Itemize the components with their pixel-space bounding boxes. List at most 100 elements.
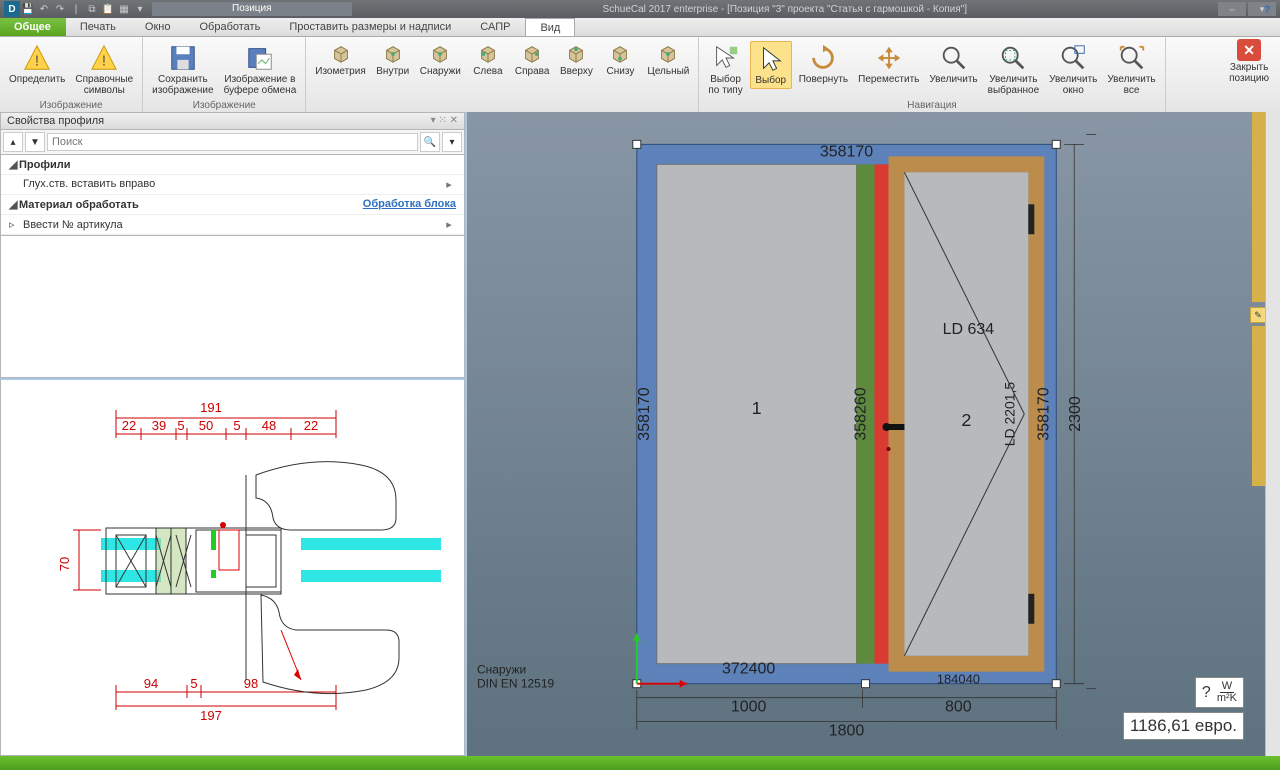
viewport[interactable]: 358170 372400 184040 1000 800 1800 1 2 L… <box>467 112 1280 756</box>
tab-cad[interactable]: САПР <box>466 18 525 36</box>
close-icon: ✕ <box>1237 39 1261 61</box>
cube-icon <box>330 43 352 65</box>
tab-edit[interactable]: Обработать <box>185 18 275 36</box>
btn-zoom-window[interactable]: Увеличить окно <box>1046 41 1100 98</box>
svg-text:!: ! <box>102 53 106 70</box>
btn-view-5[interactable]: Вверху <box>556 41 596 79</box>
svg-text:2: 2 <box>961 410 971 430</box>
btn-move[interactable]: Переместить <box>855 41 922 87</box>
search-go-icon[interactable]: 🔍 <box>420 132 440 152</box>
help-icon[interactable]: ? <box>1264 4 1278 18</box>
status-bar <box>0 756 1280 770</box>
profile-detail: 191 22 39 5 50 5 48 22 70 <box>0 378 465 756</box>
qat-undo-icon[interactable]: ↶ <box>36 1 52 17</box>
pencil-icon[interactable]: ✎ <box>1250 307 1266 323</box>
svg-text:1800: 1800 <box>829 723 865 740</box>
ribbon: ! Определить ! Справочные символы Изобра… <box>0 37 1280 114</box>
btn-ref-symbols[interactable]: ! Справочные символы <box>72 41 136 98</box>
tab-view[interactable]: Вид <box>525 18 575 36</box>
svg-text:191: 191 <box>200 400 222 415</box>
qat-redo-icon[interactable]: ↷ <box>52 1 68 17</box>
btn-rotate[interactable]: Повернуть <box>796 41 851 87</box>
cursor-icon <box>755 44 787 74</box>
svg-text:358170: 358170 <box>820 143 873 160</box>
btn-select[interactable]: Выбор <box>750 41 792 89</box>
contextual-tab: Позиция <box>152 2 352 16</box>
cube-icon <box>521 43 543 65</box>
zoom-icon <box>938 43 970 73</box>
tab-dimensions[interactable]: Проставить размеры и надписи <box>275 18 466 36</box>
btn-select-by-type[interactable]: Выбор по типу <box>705 41 745 98</box>
prop-enter-article[interactable]: Ввести № артикула <box>19 219 123 231</box>
svg-text:22: 22 <box>122 418 136 433</box>
tab-main[interactable]: Общее <box>0 18 66 36</box>
qat-save-icon[interactable]: 💾 <box>20 1 36 17</box>
svg-text:!: ! <box>35 53 39 70</box>
window-restore-icon[interactable]: ⇔ <box>1218 2 1246 16</box>
btn-zoom[interactable]: Увеличить <box>926 41 980 87</box>
btn-zoom-all[interactable]: Увеличить все <box>1104 41 1158 98</box>
qat-tile-icon[interactable]: ▦ <box>116 1 132 17</box>
vertical-scrollbar[interactable] <box>1265 112 1280 756</box>
row-action-icon[interactable]: ▸ <box>442 218 456 231</box>
svg-text:5: 5 <box>233 418 240 433</box>
btn-view-1[interactable]: Внутри <box>373 41 413 79</box>
svg-text:358170: 358170 <box>636 387 653 440</box>
svg-text:800: 800 <box>945 699 972 716</box>
search-opts-icon[interactable]: ▾ <box>442 132 462 152</box>
svg-text:94: 94 <box>144 676 158 691</box>
svg-text:48: 48 <box>262 418 276 433</box>
zoom-window-icon <box>1057 43 1089 73</box>
side-tab-1[interactable] <box>1252 112 1266 302</box>
search-input[interactable] <box>47 133 418 151</box>
qat-sep: | <box>68 1 84 17</box>
btn-view-3[interactable]: Слева <box>468 41 508 79</box>
rotate-icon <box>807 43 839 73</box>
cube-icon <box>429 43 451 65</box>
btn-view-7[interactable]: Цельный <box>644 41 692 79</box>
app-icon[interactable]: D <box>4 1 20 17</box>
btn-close-position[interactable]: ✕ Закрыть позицию <box>1226 37 1272 86</box>
btn-define[interactable]: ! Определить <box>6 41 68 87</box>
svg-text:DIN EN 12519: DIN EN 12519 <box>477 677 555 691</box>
svg-text:22: 22 <box>304 418 318 433</box>
svg-text:184040: 184040 <box>937 672 980 687</box>
svg-text:2300: 2300 <box>1067 396 1084 432</box>
side-tab-2[interactable] <box>1252 326 1266 486</box>
filter-icon[interactable]: ▼ <box>25 132 45 152</box>
cube-icon <box>382 43 404 65</box>
save-icon <box>167 43 199 73</box>
btn-image-clipboard[interactable]: Изображение в буфере обмена <box>221 41 300 98</box>
collapse-up-icon[interactable]: ▴ <box>3 132 23 152</box>
qat-paste-icon[interactable]: 📋 <box>100 1 116 17</box>
btn-view-4[interactable]: Справа <box>512 41 553 79</box>
prop-insert-right[interactable]: Глух.ств. вставить вправо <box>9 178 155 191</box>
svg-text:70: 70 <box>57 557 72 571</box>
tab-window[interactable]: Окно <box>131 18 186 36</box>
price-box: 1186,61 евро. <box>1123 712 1244 740</box>
cube-icon <box>609 43 631 65</box>
panel-title: Свойства профиля▾ ⁙ ✕ <box>0 112 465 130</box>
qat-dropdown-icon[interactable]: ▾ <box>132 1 148 17</box>
svg-text:372400: 372400 <box>722 661 775 678</box>
svg-text:Снаружи: Снаружи <box>477 663 526 677</box>
title-bar: D 💾 ↶ ↷ | ⧉ 📋 ▦ ▾ Позиция SchueCal 2017 … <box>0 0 1280 18</box>
svg-text:LD 634: LD 634 <box>943 321 995 338</box>
window-title: SchueCal 2017 enterprise - [Позиция "3" … <box>352 4 1218 15</box>
btn-save-image[interactable]: Сохранить изображение <box>149 41 216 98</box>
svg-text:5: 5 <box>177 418 184 433</box>
cursor-type-icon <box>710 43 742 73</box>
svg-text:358170: 358170 <box>1035 387 1052 440</box>
link-block-processing[interactable]: Обработка блока <box>363 198 456 211</box>
svg-text:39: 39 <box>152 418 166 433</box>
btn-view-6[interactable]: Снизу <box>600 41 640 79</box>
uw-value-box: ? W m²K <box>1195 677 1244 708</box>
btn-view-2[interactable]: Снаружи <box>417 41 464 79</box>
svg-text:1000: 1000 <box>731 699 767 716</box>
qat-copy-icon[interactable]: ⧉ <box>84 1 100 17</box>
svg-text:LD 2201,5: LD 2201,5 <box>1001 382 1017 447</box>
row-action-icon[interactable]: ▸ <box>442 178 456 191</box>
btn-view-0[interactable]: Изометрия <box>312 41 368 79</box>
btn-zoom-selected[interactable]: Увеличить выбранное <box>985 41 1043 98</box>
tab-print[interactable]: Печать <box>66 18 131 36</box>
